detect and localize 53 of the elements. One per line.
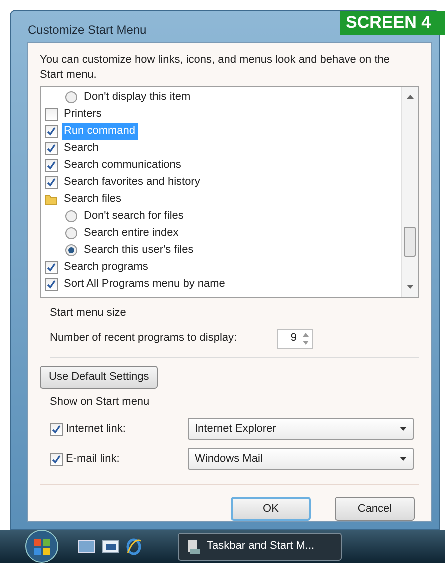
checkbox[interactable] bbox=[50, 422, 63, 436]
link-label: Internet link: bbox=[66, 422, 126, 437]
options-list[interactable] bbox=[40, 86, 419, 298]
checkbox[interactable] bbox=[45, 125, 58, 138]
use-default-settings-button[interactable]: Use Default Settings bbox=[40, 366, 158, 388]
option-label[interactable]: Don't search for files bbox=[82, 208, 186, 225]
figure-label: SCREEN 4 bbox=[340, 11, 445, 35]
option-label[interactable]: Sort All Programs menu by name bbox=[62, 276, 228, 293]
checkbox[interactable] bbox=[45, 278, 58, 291]
check-icon bbox=[52, 454, 61, 464]
scroll-down-icon[interactable] bbox=[407, 285, 414, 290]
checkbox[interactable] bbox=[45, 176, 58, 189]
scrollbar[interactable] bbox=[401, 87, 418, 298]
checkbox[interactable] bbox=[45, 159, 58, 172]
radio-button[interactable] bbox=[65, 227, 78, 240]
window-title: Customize Start Menu bbox=[28, 22, 147, 39]
recent-programs-label: Number of recent programs to display: bbox=[50, 331, 238, 346]
option-label[interactable]: Search this user's files bbox=[82, 242, 196, 259]
intro-text: You can customize how links, icons, and menus look and behave on the Start menu. bbox=[40, 53, 391, 83]
settings-window-icon bbox=[187, 538, 201, 554]
option-label[interactable]: Search entire index bbox=[82, 225, 181, 242]
desktop-icon[interactable] bbox=[78, 540, 96, 554]
option-label[interactable]: Search favorites and history bbox=[62, 174, 202, 191]
section-heading: Start menu size bbox=[49, 306, 128, 322]
taskbar-button[interactable]: Taskbar and Start M... bbox=[178, 532, 342, 560]
option-label[interactable]: Search files bbox=[62, 191, 124, 208]
cancel-button[interactable]: Cancel bbox=[335, 497, 415, 521]
ok-button[interactable]: OK bbox=[231, 497, 311, 521]
option-label[interactable]: Don't display this item bbox=[82, 89, 193, 106]
link-label: E-mail link: bbox=[66, 452, 120, 467]
checkbox[interactable] bbox=[45, 142, 58, 155]
checkbox[interactable] bbox=[50, 452, 63, 466]
link-dropdown[interactable]: Internet Explorer bbox=[188, 418, 414, 440]
radio-button[interactable] bbox=[65, 244, 78, 257]
checkbox[interactable] bbox=[45, 108, 58, 121]
browser-icon[interactable] bbox=[126, 538, 142, 556]
option-label[interactable]: Search bbox=[62, 140, 101, 157]
checkbox[interactable] bbox=[45, 261, 58, 274]
section-heading: Show on Start menu bbox=[49, 394, 151, 410]
option-label[interactable]: Search programs bbox=[62, 259, 150, 276]
option-label[interactable]: Search communications bbox=[62, 157, 184, 174]
radio-button[interactable] bbox=[65, 91, 78, 104]
folder-icon bbox=[45, 193, 58, 206]
option-label[interactable]: Printers bbox=[62, 106, 104, 123]
link-dropdown[interactable]: Windows Mail bbox=[188, 448, 414, 470]
check-icon bbox=[52, 424, 61, 434]
dropdown-arrow-icon bbox=[400, 427, 407, 431]
radio-button[interactable] bbox=[65, 210, 78, 223]
scroll-up-icon[interactable] bbox=[407, 95, 414, 99]
recent-programs-spinner[interactable]: 9 bbox=[277, 328, 313, 349]
window-switch-icon[interactable] bbox=[102, 540, 120, 554]
dropdown-arrow-icon bbox=[400, 457, 407, 461]
scroll-thumb[interactable] bbox=[404, 227, 416, 257]
